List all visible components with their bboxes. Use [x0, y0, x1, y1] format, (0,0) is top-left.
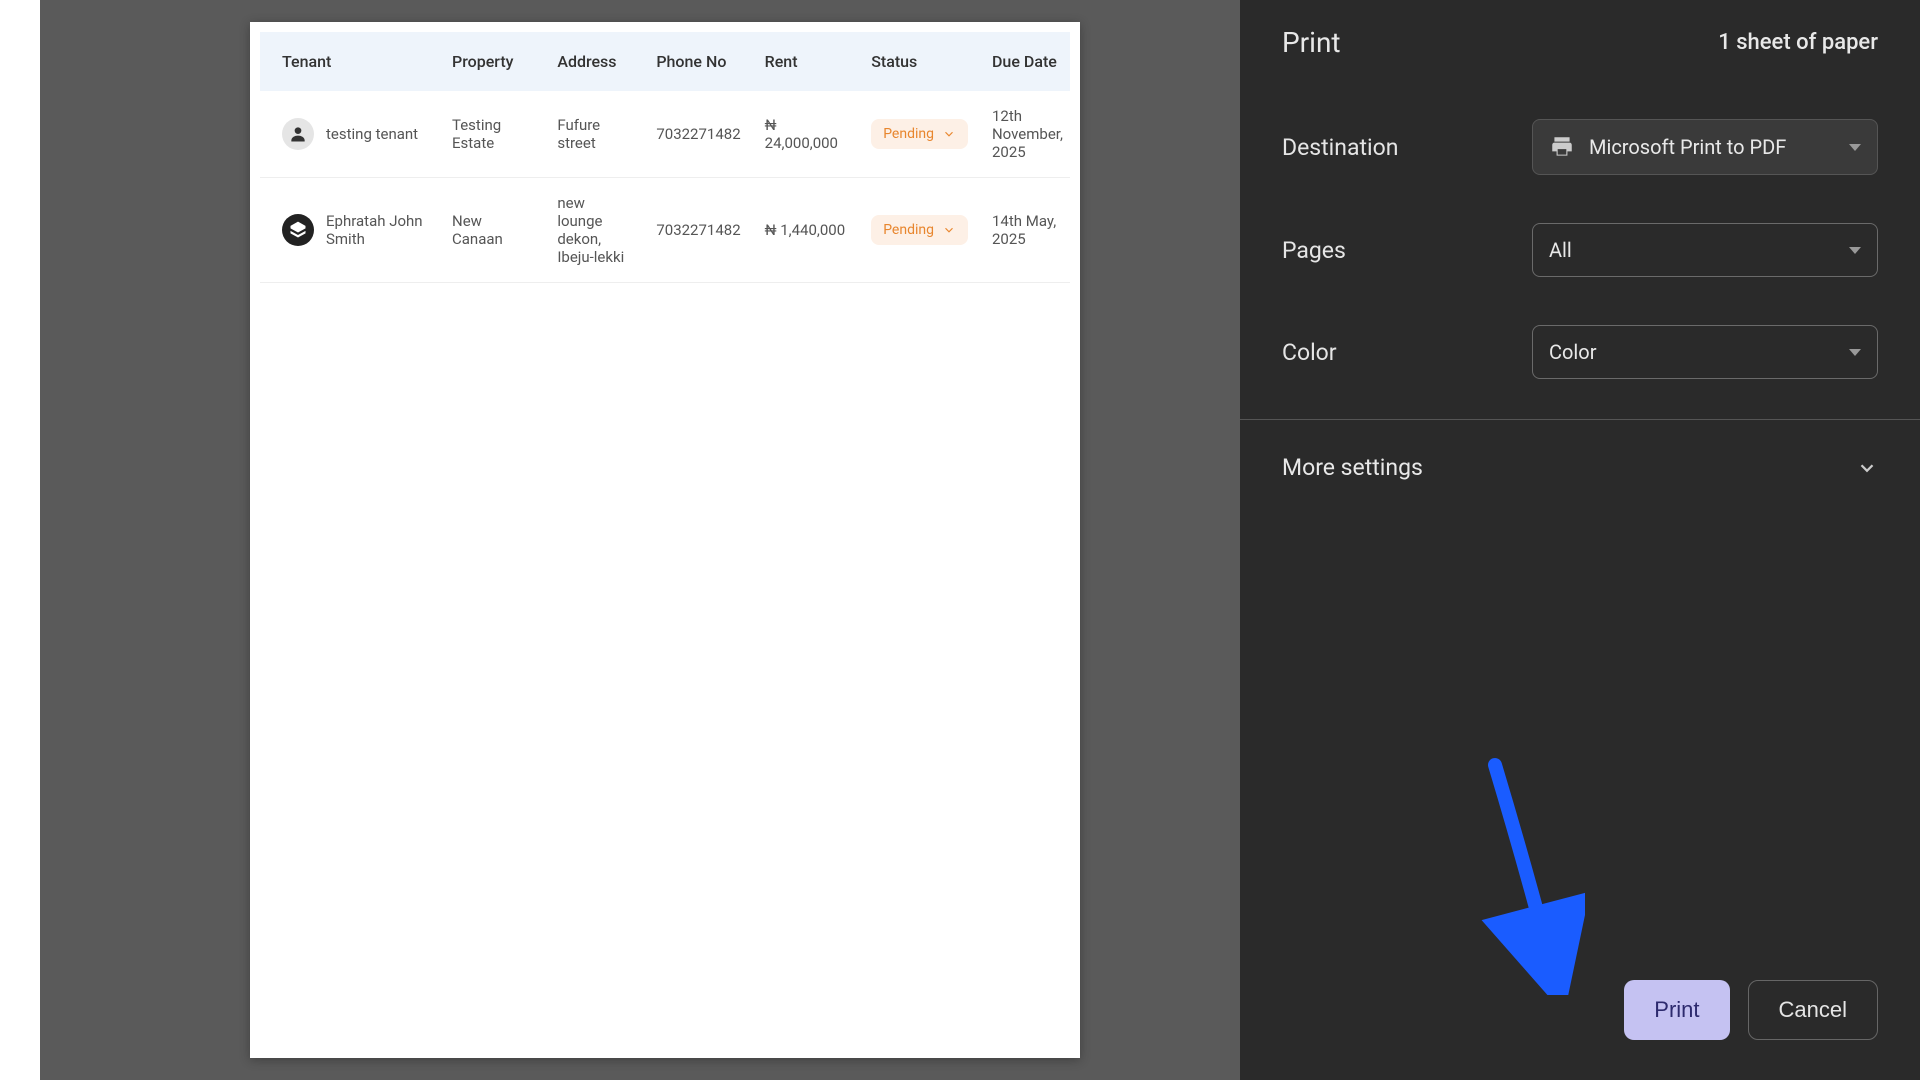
address-cell: new lounge dekon, Ibeju-lekki [545, 178, 644, 283]
table-header-row: Tenant Property Address Phone No Rent St… [260, 32, 1070, 91]
destination-value: Microsoft Print to PDF [1589, 135, 1786, 159]
property-cell: Testing Estate [440, 91, 545, 178]
color-value: Color [1549, 340, 1596, 364]
tenants-table: Tenant Property Address Phone No Rent St… [260, 32, 1070, 283]
chevron-down-icon [942, 223, 956, 237]
header-status: Status [859, 32, 980, 91]
property-cell: New Canaan [440, 178, 545, 283]
header-tenant: Tenant [260, 32, 440, 91]
chevron-down-icon [1856, 457, 1878, 479]
divider [1240, 419, 1920, 420]
sheet-count: 1 sheet of paper [1718, 30, 1878, 55]
person-icon [282, 118, 314, 150]
pages-value: All [1549, 238, 1572, 262]
table-row: Ephratah John Smith New Canaan new loung… [260, 178, 1070, 283]
status-text: Pending [883, 222, 934, 238]
print-settings-pane: Print 1 sheet of paper Destination Micro… [1240, 0, 1920, 1080]
cancel-button[interactable]: Cancel [1748, 980, 1878, 1040]
header-address: Address [545, 32, 644, 91]
caret-down-icon [1849, 349, 1861, 356]
due-cell: 12th November, 2025 [980, 91, 1070, 178]
destination-dropdown[interactable]: Microsoft Print to PDF [1532, 119, 1878, 175]
color-dropdown[interactable]: Color [1532, 325, 1878, 379]
caret-down-icon [1849, 144, 1861, 151]
more-settings-label: More settings [1282, 454, 1423, 481]
status-badge: Pending [871, 215, 968, 245]
more-settings-toggle[interactable]: More settings [1282, 428, 1878, 507]
color-label: Color [1282, 339, 1532, 366]
phone-cell: 7032271482 [644, 178, 752, 283]
logo-icon [282, 214, 314, 246]
header-rent: Rent [753, 32, 860, 91]
address-cell: Fufure street [545, 91, 644, 178]
pages-dropdown[interactable]: All [1532, 223, 1878, 277]
print-dialog: Tenant Property Address Phone No Rent St… [40, 0, 1920, 1080]
print-title: Print [1282, 26, 1341, 59]
print-preview-pane: Tenant Property Address Phone No Rent St… [40, 0, 1240, 1080]
tenant-name: Ephratah John Smith [326, 212, 428, 248]
rent-cell: ₦ 24,000,000 [753, 91, 860, 178]
pages-label: Pages [1282, 237, 1532, 264]
phone-cell: 7032271482 [644, 91, 752, 178]
status-badge: Pending [871, 119, 968, 149]
rent-cell: ₦ 1,440,000 [753, 178, 860, 283]
tenant-name: testing tenant [326, 125, 418, 143]
chevron-down-icon [942, 127, 956, 141]
header-due: Due Date [980, 32, 1070, 91]
preview-page: Tenant Property Address Phone No Rent St… [250, 22, 1080, 1058]
printer-icon [1549, 134, 1575, 160]
print-button[interactable]: Print [1624, 980, 1729, 1040]
caret-down-icon [1849, 247, 1861, 254]
destination-label: Destination [1282, 134, 1532, 161]
due-cell: 14th May, 2025 [980, 178, 1070, 283]
header-phone: Phone No [644, 32, 752, 91]
table-row: testing tenant Testing Estate Fufure str… [260, 91, 1070, 178]
header-property: Property [440, 32, 545, 91]
status-text: Pending [883, 126, 934, 142]
